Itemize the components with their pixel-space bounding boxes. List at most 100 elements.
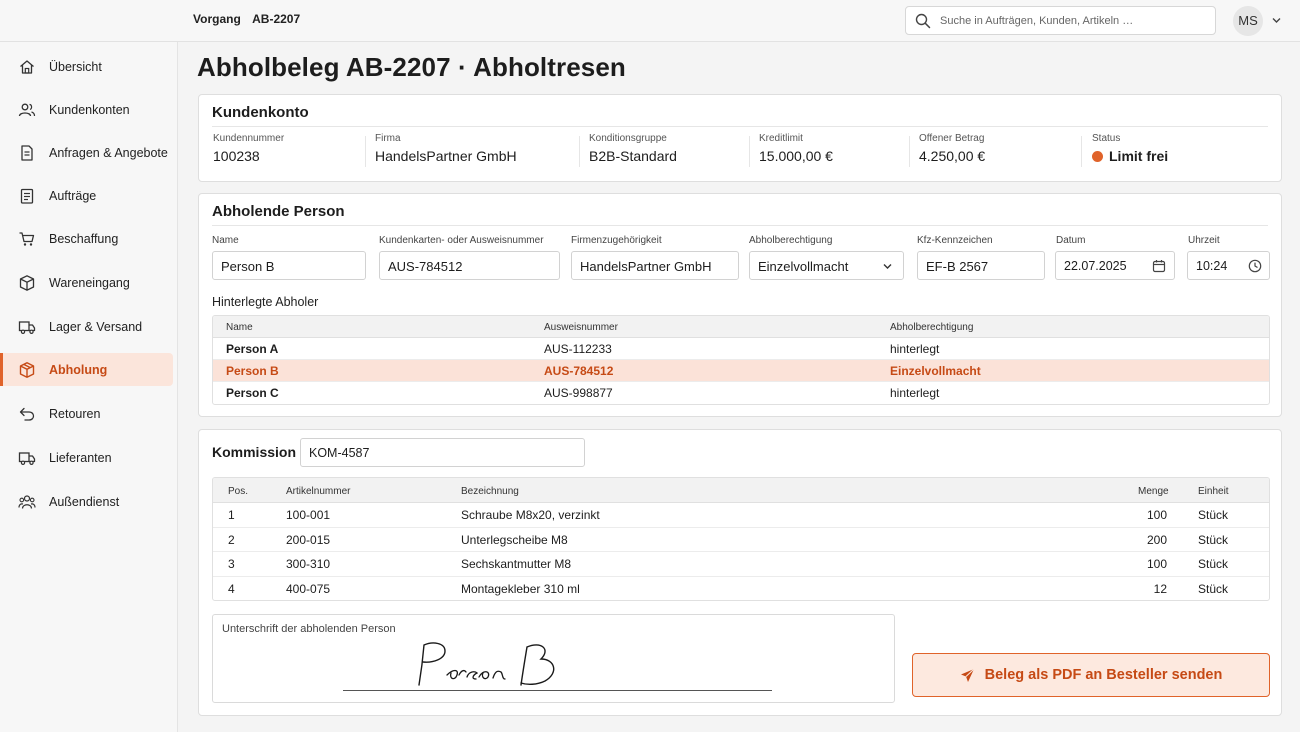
- sidebar-item-label: Beschaffung: [49, 231, 119, 246]
- sidebar-item-außendienst[interactable]: Außendienst: [0, 485, 173, 518]
- users-icon: [17, 100, 37, 120]
- chevron-down-icon[interactable]: [1271, 15, 1282, 26]
- table-row[interactable]: 3 300-310 Sechskantmutter M8 100 Stück: [213, 552, 1269, 578]
- chevron-down-icon[interactable]: [882, 261, 893, 272]
- firma-zugehoerigkeit-label: Firmenzugehörigkeit: [571, 235, 662, 246]
- breadcrumb: Vorgang AB-2207: [193, 12, 300, 26]
- kundenkonto-title: Kundenkonto: [212, 104, 309, 121]
- ausweis-field[interactable]: [379, 251, 560, 280]
- page-title: Abholbeleg AB-2207 · Abholtresen: [197, 52, 626, 82]
- truck-icon: [17, 317, 37, 337]
- sidebar-item-übersicht[interactable]: Übersicht: [0, 50, 173, 83]
- uhrzeit-input[interactable]: [1196, 257, 1242, 275]
- sidebar-item-label: Aufträge: [49, 188, 97, 203]
- top-bar: Vorgang AB-2207 MS: [0, 0, 1300, 42]
- cell-einheit: Stück: [1198, 532, 1229, 547]
- status-field: Status Limit frei: [1092, 133, 1168, 169]
- name-field[interactable]: [212, 251, 366, 280]
- table-row[interactable]: 2 200-015 Unterlegscheibe M8 200 Stück: [213, 528, 1269, 553]
- calendar-icon[interactable]: [1152, 259, 1166, 273]
- send-pdf-button[interactable]: Beleg als PDF an Besteller senden: [912, 653, 1270, 697]
- sidebar-item-abholung[interactable]: Abholung: [0, 353, 173, 386]
- kommission-table: Pos. Artikelnummer Bezeichnung Menge Ein…: [212, 477, 1270, 601]
- clock-icon[interactable]: [1248, 259, 1262, 273]
- col-pos: Pos.: [228, 486, 249, 497]
- avatar[interactable]: MS: [1233, 6, 1263, 36]
- cell-artikel: 100-001: [286, 508, 331, 522]
- abholberechtigung-value[interactable]: [758, 257, 873, 275]
- offener-betrag-label: Offener Betrag: [919, 133, 985, 144]
- sidebar-item-lager-versand[interactable]: Lager & Versand: [0, 310, 173, 343]
- truck-icon: [17, 448, 37, 468]
- sidebar-item-lieferanten[interactable]: Lieferanten: [0, 441, 173, 474]
- abholberechtigung-select[interactable]: [749, 251, 904, 280]
- table-header: Pos. Artikelnummer Bezeichnung Menge Ein…: [213, 478, 1269, 503]
- konditionsgruppe-label: Konditionsgruppe: [589, 133, 667, 144]
- cell-pos: 2: [228, 532, 235, 547]
- kreditlimit-field: Kreditlimit 15.000,00 €: [759, 133, 833, 169]
- datum-field[interactable]: [1055, 251, 1175, 280]
- ausweis-input[interactable]: [388, 257, 551, 275]
- cell-bezeichnung: Schraube M8x20, verzinkt: [461, 508, 600, 522]
- sidebar-item-kundenkonten[interactable]: Kundenkonten: [0, 93, 173, 126]
- kommission-card: Kommission Pos. Artikelnummer Bezeichnun…: [198, 429, 1282, 716]
- table-row[interactable]: Person C AUS-998877 hinterlegt: [213, 382, 1269, 404]
- datum-input[interactable]: [1064, 257, 1149, 275]
- col-bezeichnung: Bezeichnung: [461, 486, 519, 497]
- uhrzeit-label: Uhrzeit: [1188, 235, 1220, 246]
- firma-label: Firma: [375, 133, 401, 144]
- offener-betrag-field: Offener Betrag 4.250,00 €: [919, 133, 985, 169]
- table-header: Name Ausweisnummer Abholberechtigung: [213, 316, 1269, 338]
- table-row[interactable]: 1 100-001 Schraube M8x20, verzinkt 100 Stück: [213, 503, 1269, 528]
- sidebar-item-label: Außendienst: [49, 494, 120, 509]
- signature-pad[interactable]: Unterschrift der abholenden Person: [212, 614, 895, 703]
- firma-zugehoerigkeit-input[interactable]: [580, 257, 730, 275]
- home-icon: [17, 57, 37, 77]
- ausweis-label: Kundenkarten- oder Ausweisnummer: [379, 235, 544, 246]
- abholberechtigung-label: Abholberechtigung: [749, 235, 833, 246]
- cell-ausweis: AUS-784512: [544, 364, 614, 378]
- kfz-input[interactable]: [926, 257, 1036, 275]
- return-arrow-icon: [17, 404, 37, 424]
- offener-betrag-value: 4.250,00 €: [919, 148, 986, 164]
- name-input[interactable]: [221, 257, 357, 275]
- sidebar-item-label: Lieferanten: [49, 450, 112, 465]
- sidebar-item-anfragen-angebote[interactable]: Anfragen & Angebote: [0, 136, 173, 169]
- firma-zugehoerigkeit-field[interactable]: [571, 251, 739, 280]
- sidebar-item-label: Wareneingang: [49, 275, 130, 290]
- document-icon: [17, 143, 37, 163]
- signature-label: Unterschrift der abholenden Person: [222, 623, 396, 635]
- status-badge: Limit frei: [1109, 148, 1169, 164]
- kommission-field[interactable]: [300, 438, 585, 467]
- cell-menge: 200: [1146, 532, 1167, 547]
- cell-pos: 1: [228, 508, 235, 522]
- breadcrumb-value[interactable]: AB-2207: [252, 12, 300, 26]
- kundenkonto-card: Kundenkonto Kundennummer 100238 Firma Ha…: [198, 94, 1282, 182]
- cart-icon: [17, 229, 37, 249]
- hinterlegte-abholer-table: Name Ausweisnummer Abholberechtigung Per…: [212, 315, 1270, 405]
- cell-ausweis: AUS-112233: [544, 342, 612, 356]
- search-box[interactable]: [905, 6, 1216, 35]
- cell-bezeichnung: Unterlegscheibe M8: [461, 532, 568, 547]
- cell-artikel: 200-015: [286, 532, 331, 547]
- konditionsgruppe-field: Konditionsgruppe B2B-Standard: [589, 133, 677, 169]
- search-input[interactable]: [940, 11, 1210, 31]
- col-einheit: Einheit: [1198, 486, 1229, 497]
- cell-ausweis: AUS-998877: [544, 386, 613, 400]
- table-row[interactable]: Person A AUS-112233 hinterlegt: [213, 338, 1269, 360]
- sidebar-item-wareneingang[interactable]: Wareneingang: [0, 266, 173, 299]
- uhrzeit-field[interactable]: [1187, 251, 1270, 280]
- sidebar-item-retouren[interactable]: Retouren: [0, 397, 173, 430]
- col-artikelnummer: Artikelnummer: [286, 486, 351, 497]
- kfz-field[interactable]: [917, 251, 1045, 280]
- table-row[interactable]: Person B AUS-784512 Einzelvollmacht: [213, 360, 1269, 382]
- kfz-label: Kfz-Kennzeichen: [917, 235, 993, 246]
- cell-menge: 12: [1153, 582, 1167, 597]
- table-row[interactable]: 4 400-075 Montagekleber 310 ml 12 Stück: [213, 577, 1269, 600]
- sidebar-item-label: Anfragen & Angebote: [49, 145, 168, 160]
- sidebar-item-aufträge[interactable]: Aufträge: [0, 179, 173, 212]
- kommission-input[interactable]: [309, 444, 575, 462]
- cell-artikel: 400-075: [286, 582, 331, 597]
- sidebar-item-beschaffung[interactable]: Beschaffung: [0, 222, 173, 255]
- col-menge: Menge: [1138, 486, 1169, 497]
